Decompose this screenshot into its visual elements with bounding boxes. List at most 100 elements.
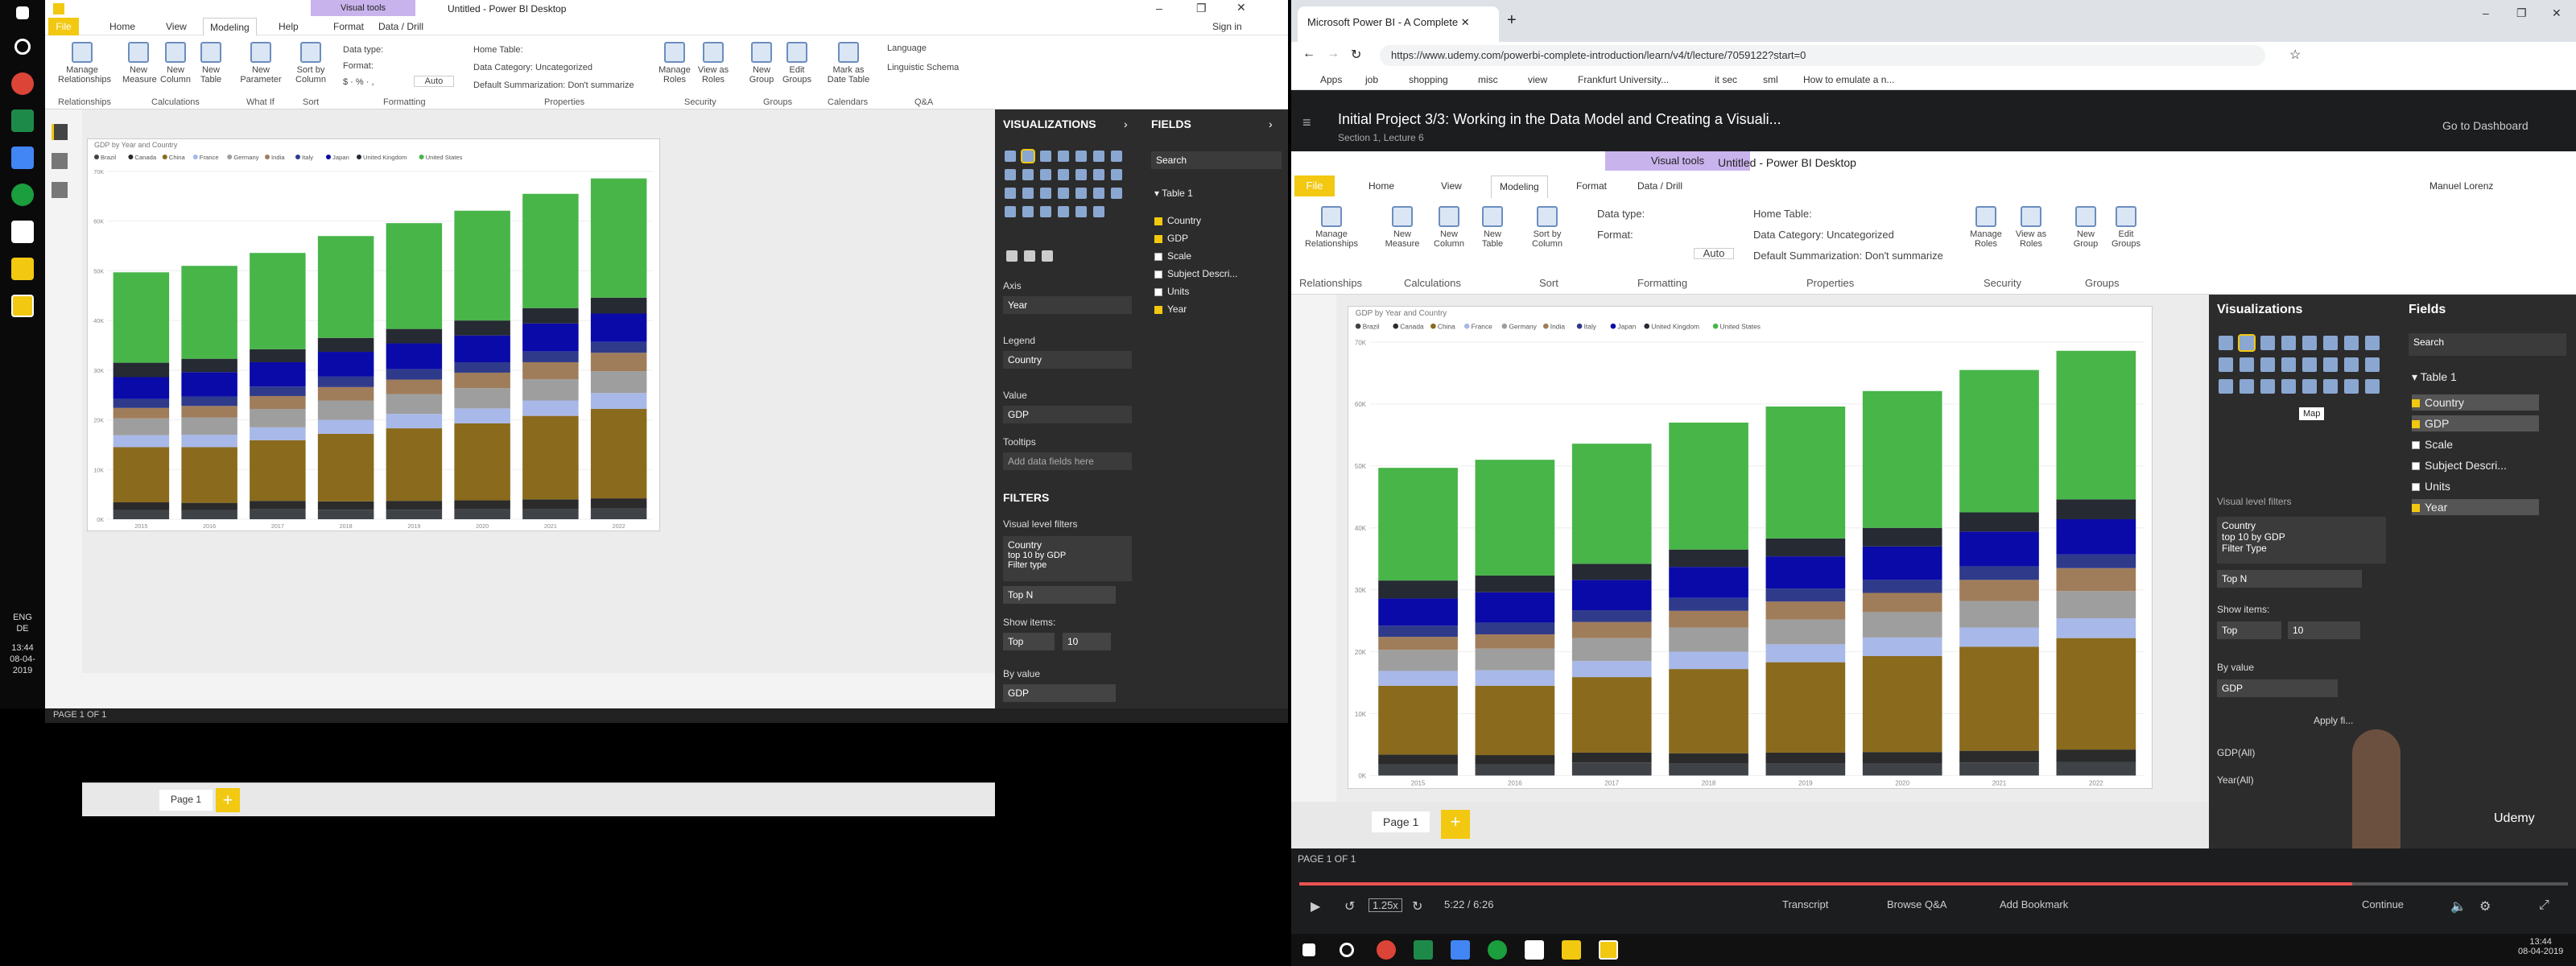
sort-by-column-button[interactable]: Sort by Column bbox=[290, 42, 332, 85]
table-node[interactable]: ▾ Table 1 bbox=[1154, 185, 1282, 201]
refresh-app-icon[interactable] bbox=[11, 184, 34, 206]
matrix-icon[interactable] bbox=[1040, 206, 1051, 217]
mark-as-date-table-button[interactable]: Mark as Date Table bbox=[826, 42, 871, 85]
reload-icon[interactable]: ↻ bbox=[1351, 47, 1361, 63]
sign-in-link[interactable]: Sign in bbox=[1212, 21, 1242, 32]
value-well[interactable]: GDP bbox=[1003, 406, 1132, 423]
bookmark-frankfurt[interactable]: Frankfurt University... bbox=[1578, 74, 1669, 85]
close-icon[interactable]: ✕ bbox=[1236, 1, 1246, 14]
stacked-bar-icon[interactable] bbox=[1005, 151, 1016, 162]
slicer-icon[interactable] bbox=[1005, 206, 1016, 217]
maximize-icon[interactable]: ❐ bbox=[2516, 6, 2527, 20]
axis-well[interactable]: Year bbox=[1003, 296, 1132, 314]
new-measure-button[interactable]: New Measure bbox=[122, 42, 157, 85]
forward-icon[interactable]: → bbox=[1327, 47, 1340, 61]
menu-format[interactable]: Format bbox=[333, 21, 364, 32]
field-units[interactable]: Units bbox=[1154, 283, 1282, 299]
field-gdp[interactable]: GDP bbox=[1154, 230, 1282, 246]
menu-home[interactable]: Home bbox=[109, 21, 135, 32]
playback-speed[interactable]: 1.25x bbox=[1368, 898, 1402, 912]
more-icon[interactable] bbox=[1093, 206, 1104, 217]
data-category-dropdown[interactable]: Data Category: Uncategorized bbox=[473, 63, 592, 72]
windows-start-icon[interactable] bbox=[1302, 943, 1315, 956]
item-count-field[interactable]: 10 bbox=[1063, 633, 1111, 650]
continue-button[interactable]: Continue bbox=[2362, 898, 2404, 910]
area-chart-icon[interactable] bbox=[1005, 169, 1016, 180]
menu-modeling[interactable]: Modeling bbox=[203, 18, 257, 35]
bookmark-it-sec[interactable]: it sec bbox=[1715, 74, 1737, 85]
home-table-dropdown[interactable]: Home Table: bbox=[473, 45, 523, 55]
settings-icon[interactable]: ⚙ bbox=[2479, 898, 2491, 914]
data-view-icon[interactable] bbox=[52, 153, 68, 169]
video-progress-bar[interactable] bbox=[1299, 882, 2568, 886]
bookmark-emulate[interactable]: How to emulate a n... bbox=[1803, 74, 1894, 85]
app-icon[interactable] bbox=[11, 109, 34, 132]
field-subject[interactable]: Subject Descri... bbox=[1154, 266, 1282, 282]
format-dropdown[interactable]: Format: bbox=[343, 61, 374, 71]
close-icon[interactable]: ✕ bbox=[2552, 6, 2562, 20]
fields-tab-icon[interactable] bbox=[1006, 250, 1018, 262]
decimal-auto-field[interactable]: Auto bbox=[414, 76, 454, 87]
table-icon[interactable] bbox=[1022, 206, 1034, 217]
by-value-well[interactable]: GDP bbox=[1003, 684, 1116, 702]
menu-view[interactable]: View bbox=[166, 21, 187, 32]
legend-well[interactable]: Country bbox=[1003, 351, 1132, 369]
100-bar-icon[interactable] bbox=[1075, 151, 1087, 162]
bookmark-misc[interactable]: misc bbox=[1478, 74, 1498, 85]
new-parameter-button[interactable]: New Parameter bbox=[238, 42, 283, 85]
stacked-column-icon[interactable] bbox=[1021, 149, 1035, 163]
100-column-icon[interactable] bbox=[1093, 151, 1104, 162]
bookmark-job[interactable]: job bbox=[1365, 74, 1378, 85]
star-icon[interactable]: ☆ bbox=[2289, 47, 2301, 63]
filled-map-icon[interactable] bbox=[1040, 188, 1051, 199]
browse-qa-button[interactable]: Browse Q&A bbox=[1887, 898, 1946, 910]
file-icon[interactable] bbox=[11, 221, 34, 243]
minimize-icon[interactable]: – bbox=[1156, 2, 1162, 14]
filter-type-dropdown[interactable]: Top N bbox=[1003, 586, 1116, 604]
currency-percent-controls[interactable]: $ · % · , bbox=[343, 77, 374, 87]
field-year[interactable]: Year bbox=[1154, 301, 1282, 317]
go-to-dashboard-link[interactable]: Go to Dashboard bbox=[2442, 119, 2529, 132]
report-canvas[interactable]: GDP by Year and Country Brazil Canada China… bbox=[82, 109, 995, 816]
new-column-button[interactable]: New Column bbox=[159, 42, 192, 85]
globe-icon[interactable] bbox=[1075, 206, 1087, 217]
back-icon[interactable]: ← bbox=[1302, 47, 1315, 61]
menu-file[interactable]: File bbox=[48, 18, 79, 35]
menu-help[interactable]: Help bbox=[279, 21, 299, 32]
clustered-bar-icon[interactable] bbox=[1040, 151, 1051, 162]
transcript-button[interactable]: Transcript bbox=[1782, 898, 1828, 910]
search-circle-icon[interactable] bbox=[1340, 943, 1354, 957]
funnel-icon[interactable] bbox=[1058, 188, 1069, 199]
powerbi-icon[interactable] bbox=[11, 295, 34, 317]
new-tab-button[interactable]: + bbox=[1507, 11, 1517, 30]
line-chart-icon[interactable] bbox=[1111, 151, 1122, 162]
new-group-button[interactable]: New Group bbox=[745, 42, 778, 85]
analytics-icon[interactable] bbox=[1042, 250, 1053, 262]
manage-relationships-button[interactable]: Manage Relationships bbox=[58, 42, 111, 85]
manage-roles-button[interactable]: Manage Roles bbox=[657, 42, 692, 85]
sticky-notes-icon[interactable] bbox=[11, 258, 34, 280]
fields-search-input[interactable]: Search bbox=[1151, 151, 1282, 169]
add-bookmark-button[interactable]: Add Bookmark bbox=[2000, 898, 2068, 910]
country-filter-card[interactable]: Country top 10 by GDP Filter type bbox=[1003, 536, 1132, 581]
browser-tab[interactable]: Microsoft Power BI - A Complete ✕ bbox=[1298, 6, 1499, 42]
stacked-area-icon[interactable] bbox=[1022, 169, 1034, 180]
file-icon[interactable] bbox=[1525, 940, 1544, 960]
kpi-icon[interactable] bbox=[1111, 188, 1122, 199]
chart-visual[interactable]: GDP by Year and Country Brazil Canada China… bbox=[87, 138, 660, 531]
refresh-app-icon[interactable] bbox=[1488, 940, 1507, 960]
play-icon[interactable]: ▶ bbox=[1311, 898, 1320, 914]
tab-close-icon[interactable]: ✕ bbox=[1461, 16, 1470, 28]
waterfall-icon[interactable] bbox=[1058, 169, 1069, 180]
default-summarization-dropdown[interactable]: Default Summarization: Don't summarize bbox=[473, 80, 634, 90]
field-scale[interactable]: Scale bbox=[1154, 248, 1282, 264]
fullscreen-icon[interactable]: ⤢ bbox=[2539, 898, 2549, 913]
powerbi-icon[interactable] bbox=[1599, 940, 1618, 960]
maximize-icon[interactable]: ❐ bbox=[1196, 2, 1207, 15]
clustered-column-icon[interactable] bbox=[1058, 151, 1069, 162]
volume-icon[interactable]: 🔈 bbox=[2450, 898, 2467, 914]
page-tab[interactable]: Page 1 bbox=[159, 790, 213, 811]
drive-icon[interactable] bbox=[11, 147, 34, 169]
sticky-notes-icon[interactable] bbox=[1562, 940, 1581, 960]
bookmark-sml[interactable]: sml bbox=[1763, 74, 1778, 85]
